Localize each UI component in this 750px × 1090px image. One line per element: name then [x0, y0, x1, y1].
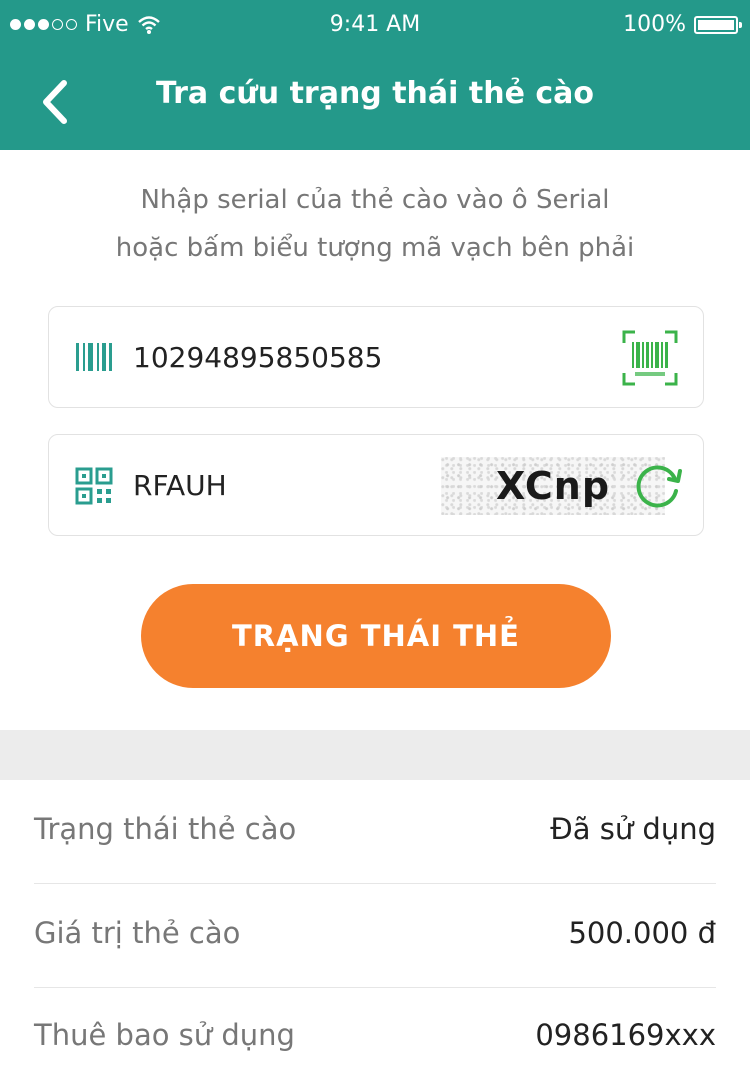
- result-value: 500.000 đ: [568, 916, 716, 950]
- battery-percent: 100%: [623, 12, 686, 37]
- serial-input[interactable]: [133, 335, 513, 379]
- qr-code-icon: [75, 467, 113, 509]
- result-label: Trạng thái thẻ cào: [34, 812, 297, 846]
- result-row: Trạng thái thẻ cào Đã sử dụng: [34, 780, 716, 884]
- result-row: Giá trị thẻ cào 500.000 đ: [34, 884, 716, 988]
- instruction-line-2: hoặc bấm biểu tượng mã vạch bên phải: [115, 233, 635, 263]
- battery-icon: [694, 15, 742, 34]
- header: Five 9:41 AM 100% Tra cứu trạng thái thẻ…: [0, 0, 750, 150]
- result-label: Giá trị thẻ cào: [34, 916, 241, 950]
- result-label: Thuê bao sử dụng: [34, 1018, 295, 1052]
- instruction-line-1: Nhập serial của thẻ cào vào ô Serial: [140, 185, 610, 215]
- barcode-scan-button[interactable]: [621, 329, 679, 391]
- status-right: 100%: [623, 12, 742, 37]
- status-bar: Five 9:41 AM 100%: [0, 0, 750, 52]
- barcode-scan-icon: [622, 330, 678, 386]
- instruction-text: Nhập serial của thẻ cào vào ô Serial hoặ…: [0, 176, 750, 272]
- result-value: 0986169xxx: [535, 1018, 716, 1052]
- result-value: Đã sử dụng: [550, 812, 716, 846]
- barcode-icon: [75, 339, 113, 379]
- serial-field[interactable]: [48, 306, 704, 408]
- result-row: Thuê bao sử dụng 0986169xxx: [34, 986, 716, 1090]
- refresh-captcha-button[interactable]: [631, 461, 683, 517]
- section-divider: [0, 730, 750, 780]
- refresh-icon: [636, 465, 682, 508]
- captcha-field[interactable]: XCnp: [48, 434, 704, 536]
- page-title: Tra cứu trạng thái thẻ cào: [155, 76, 595, 111]
- check-status-button[interactable]: TRẠNG THÁI THẺ: [141, 584, 611, 688]
